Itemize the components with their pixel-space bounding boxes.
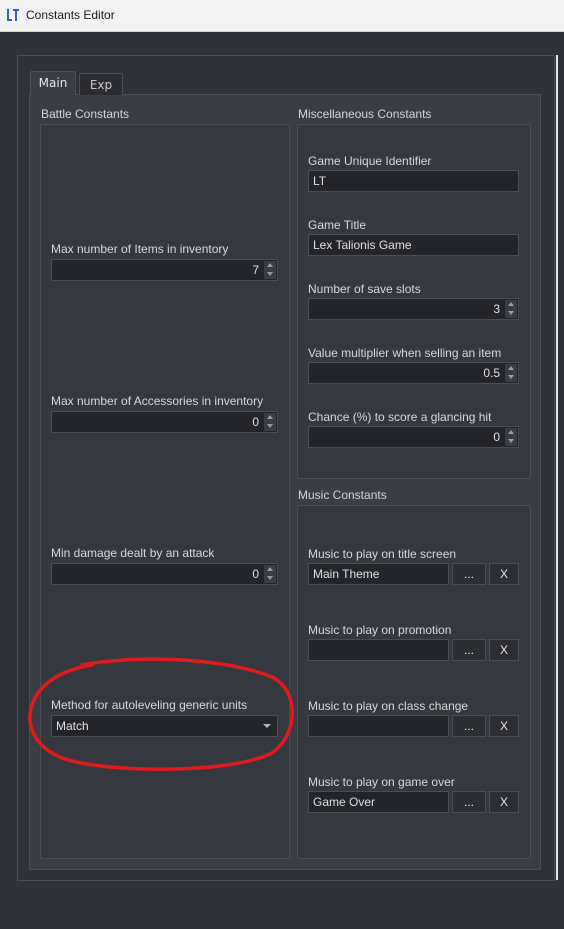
game-id-input[interactable]: LT [308,170,519,192]
max-accessories-value: 0 [252,415,259,429]
spin-down-icon[interactable] [264,422,276,431]
game-title-label: Game Title [308,218,367,232]
spin-down-icon[interactable] [264,574,276,583]
spin-up-icon[interactable] [505,300,517,309]
sell-multiplier-value: 0.5 [483,366,500,380]
spin-up-icon[interactable] [505,364,517,373]
spin-down-icon[interactable] [505,437,517,446]
spin-down-icon[interactable] [264,270,276,279]
spin-buttons[interactable] [264,413,276,431]
spin-up-icon[interactable] [505,428,517,437]
spin-down-icon[interactable] [505,309,517,318]
max-accessories-label: Max number of Accessories in inventory [51,394,264,408]
game-over-music-browse-button[interactable]: ... [452,791,486,813]
promotion-music-label: Music to play on promotion [308,623,452,637]
glancing-hit-value: 0 [493,430,500,444]
title-music-browse-button[interactable]: ... [452,563,486,585]
sell-multiplier-spinbox[interactable]: 0.5 [308,362,519,384]
spin-buttons[interactable] [505,364,517,382]
save-slots-spinbox[interactable]: 3 [308,298,519,320]
music-constants-title: Music Constants [298,488,387,502]
save-slots-value: 3 [493,302,500,316]
spin-buttons[interactable] [505,428,517,446]
min-damage-label: Min damage dealt by an attack [51,546,215,560]
spin-buttons[interactable] [264,261,276,279]
min-damage-spinbox[interactable]: 0 [51,563,278,585]
class-change-music-browse-button[interactable]: ... [452,715,486,737]
app-logo-icon [7,9,19,21]
title-music-clear-button[interactable]: X [489,563,519,585]
max-items-label: Max number of Items in inventory [51,242,229,256]
promotion-music-clear-button[interactable]: X [489,639,519,661]
glancing-hit-label: Chance (%) to score a glancing hit [308,410,492,424]
promotion-music-input[interactable] [308,639,449,661]
window-edge [556,55,558,880]
game-over-music-clear-button[interactable]: X [489,791,519,813]
spin-down-icon[interactable] [505,373,517,382]
title-music-input[interactable]: Main Theme [308,563,449,585]
misc-constants-title: Miscellaneous Constants [298,107,432,121]
sell-multiplier-label: Value multiplier when selling an item [308,346,502,360]
max-items-value: 7 [252,263,259,277]
spin-buttons[interactable] [505,300,517,318]
red-annotation-circle [28,657,294,771]
spin-up-icon[interactable] [264,413,276,422]
spin-up-icon[interactable] [264,565,276,574]
game-title-input[interactable]: Lex Talionis Game [308,234,519,256]
spin-up-icon[interactable] [264,261,276,270]
tab-main[interactable]: Main [30,71,76,95]
window-title: Constants Editor [26,8,115,22]
promotion-music-browse-button[interactable]: ... [452,639,486,661]
min-damage-value: 0 [252,567,259,581]
title-music-label: Music to play on title screen [308,547,457,561]
max-items-spinbox[interactable]: 7 [51,259,278,281]
battle-constants-title: Battle Constants [41,107,130,121]
game-id-label: Game Unique Identifier [308,154,432,168]
game-over-music-input[interactable]: Game Over [308,791,449,813]
spin-buttons[interactable] [264,565,276,583]
class-change-music-input[interactable] [308,715,449,737]
tab-exp[interactable]: Exp [79,73,123,95]
save-slots-label: Number of save slots [308,282,421,296]
class-change-music-label: Music to play on class change [308,699,469,713]
glancing-hit-spinbox[interactable]: 0 [308,426,519,448]
game-over-music-label: Music to play on game over [308,775,455,789]
max-accessories-spinbox[interactable]: 0 [51,411,278,433]
class-change-music-clear-button[interactable]: X [489,715,519,737]
